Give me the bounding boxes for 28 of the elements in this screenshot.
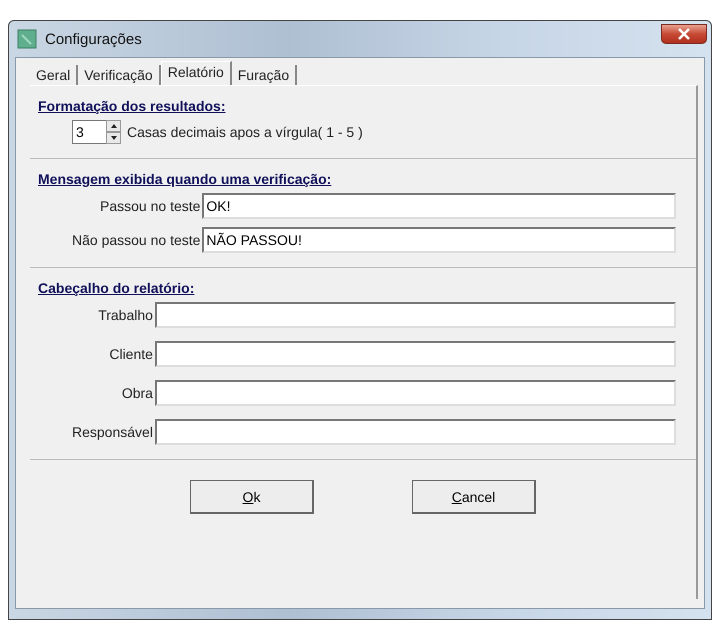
down-arrow-icon — [110, 136, 116, 140]
section-heading: Cabeçalho do relatório: — [38, 280, 194, 296]
input-field[interactable] — [154, 302, 676, 328]
field-label: Não passou no teste — [72, 232, 200, 248]
field-label: Cliente — [109, 346, 153, 362]
field-label: Trabalho — [98, 307, 153, 323]
up-arrow-icon — [110, 124, 116, 128]
field-label: Responsável — [72, 424, 153, 440]
field-label: Passou no teste — [100, 198, 200, 214]
app-icon — [17, 29, 37, 49]
input-field[interactable]: NÃO PASSOU! — [202, 227, 676, 253]
input-field[interactable] — [154, 380, 676, 406]
input-field[interactable] — [154, 341, 676, 367]
spin-up-button[interactable] — [106, 120, 121, 132]
section-heading: Mensagem exibida quando uma verificação: — [38, 171, 332, 187]
input-field[interactable]: OK! — [202, 193, 676, 219]
field-label: Obra — [122, 385, 153, 401]
section-heading: Formatação dos resultados: — [38, 98, 226, 114]
spinner-label: Casas decimais apos a vírgula( 1 - 5 ) — [127, 124, 363, 140]
dialog-button[interactable]: Cancel — [412, 480, 536, 514]
close-icon — [677, 28, 691, 40]
tab[interactable]: Relatório — [160, 61, 232, 85]
dialog-button[interactable]: Ok — [190, 480, 314, 514]
window-title: Configurações — [45, 30, 142, 48]
number-spinner[interactable]: 3 — [72, 120, 106, 144]
close-button[interactable] — [661, 24, 707, 44]
input-field[interactable] — [154, 419, 676, 445]
spin-down-button[interactable] — [106, 132, 121, 144]
